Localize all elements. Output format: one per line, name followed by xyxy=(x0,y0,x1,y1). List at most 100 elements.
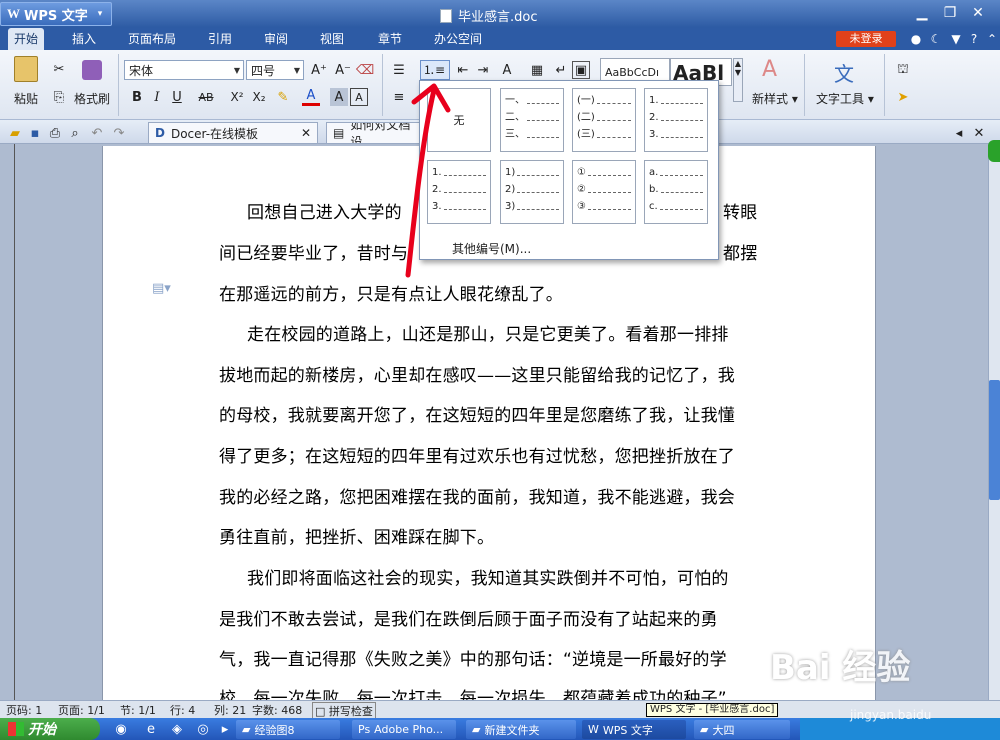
document-line: 得了更多；在这短短的四年里有过欢乐也有过忧愁，您把挫折放在了 xyxy=(219,447,735,467)
taskbar-item-active[interactable]: W WPS 文字 xyxy=(582,720,686,739)
numbering-style-option[interactable]: 一、 二、 三、 xyxy=(500,88,564,152)
close-button[interactable]: ✕ xyxy=(968,4,988,22)
document-line: 走在校园的道路上，山还是那山，只是它更美了。看着那一排排 xyxy=(247,325,729,345)
char-shading-button[interactable]: A xyxy=(330,88,348,106)
minimize-button[interactable]: ▁ xyxy=(912,4,932,22)
window-title: 毕业感言.doc xyxy=(440,6,538,25)
style-gallery-scroll[interactable]: ▲ ▼ xyxy=(733,58,743,102)
tab-close-all-icon[interactable]: ✕ xyxy=(970,124,988,142)
doc-tab-docer[interactable]: D Docer-在线模板 ✕ xyxy=(148,122,318,143)
ribbon-collapse-icon[interactable]: ⌃ xyxy=(984,31,1000,47)
char-border-button[interactable]: A xyxy=(350,88,368,106)
app-menu-button[interactable]: W WPS 文字 ▾ xyxy=(0,2,112,26)
font-size-value: 四号 xyxy=(251,63,276,78)
ie-icon[interactable]: e xyxy=(142,720,160,738)
restore-button[interactable]: ❐ xyxy=(940,4,960,22)
taskbar-item[interactable]: ▰ 大四 xyxy=(694,720,790,739)
number-marker: ① xyxy=(577,167,586,178)
numbering-style-option[interactable]: ① ② ③ xyxy=(572,160,636,224)
number-marker: ③ xyxy=(577,201,586,212)
status-chars: 字数: 468 xyxy=(252,704,303,717)
status-indicator-icon xyxy=(988,140,1000,162)
show-marks-icon[interactable]: ↵ xyxy=(552,61,570,79)
taskbar-item[interactable]: ▰ 经验图8 xyxy=(236,720,340,739)
taskbar-item[interactable]: ▰ 新建文件夹 xyxy=(466,720,576,739)
moon-icon[interactable]: ☾ xyxy=(928,31,944,47)
ribbon-separator xyxy=(118,54,119,116)
quicklaunch-icon[interactable]: ◎ xyxy=(194,720,212,738)
superscript-button[interactable]: X² xyxy=(228,88,246,106)
print-icon[interactable]: ⎙ xyxy=(46,124,64,142)
tab-list-icon[interactable]: ◂ xyxy=(950,124,968,142)
number-marker: (二) xyxy=(577,112,595,123)
increase-indent-icon[interactable]: ⇥ xyxy=(474,61,492,79)
wps-logo-icon: W xyxy=(7,6,20,21)
save-icon[interactable]: ▪ xyxy=(26,124,44,142)
login-button[interactable]: 未登录 xyxy=(836,31,896,47)
tab-page-layout[interactable]: 页面布局 xyxy=(122,28,182,50)
font-size-select[interactable]: 四号 ▼ xyxy=(246,60,304,80)
undo-icon[interactable]: ↶ xyxy=(88,124,106,142)
doc-tab-label: Docer-在线模板 xyxy=(170,126,259,141)
bullet-list-icon[interactable]: ☰ xyxy=(390,61,408,79)
copy-icon[interactable]: ⎘ xyxy=(50,88,68,106)
font-name-select[interactable]: 宋体 ▼ xyxy=(124,60,244,80)
italic-button[interactable]: I xyxy=(148,88,166,106)
tab-view[interactable]: 视图 xyxy=(314,28,350,50)
folder-icon: ▰ xyxy=(472,723,481,736)
doc-title-text: 毕业感言.doc xyxy=(458,10,538,25)
document-line: 是我们不敢去尝试，是我们在跌倒后顾于面子而没有了站起来的勇 xyxy=(219,610,718,630)
shirt-icon[interactable]: ▼ xyxy=(948,31,964,47)
tab-references[interactable]: 引用 xyxy=(202,28,238,50)
strikethrough-button[interactable]: AB xyxy=(194,88,218,106)
select-box-icon[interactable]: ▣ xyxy=(572,61,590,79)
help-icon[interactable]: ? xyxy=(966,31,982,47)
number-marker: (一) xyxy=(577,95,595,106)
taskbar-item[interactable]: Ps Adobe Pho... xyxy=(352,720,456,739)
number-marker: 3) xyxy=(505,201,516,212)
quicklaunch-icon[interactable]: ◈ xyxy=(168,720,186,738)
windows-logo-icon xyxy=(8,722,24,736)
skin-icon[interactable]: ● xyxy=(908,31,924,47)
tab-review[interactable]: 审阅 xyxy=(258,28,294,50)
tab-sections[interactable]: 章节 xyxy=(372,28,408,50)
quicklaunch-icon[interactable]: ◉ xyxy=(112,720,130,738)
subscript-button[interactable]: X₂ xyxy=(250,88,268,106)
quicklaunch-icon[interactable]: ▸ xyxy=(216,720,234,738)
print-preview-icon[interactable]: ⌕ xyxy=(66,124,84,142)
paragraph-mark-icon[interactable]: ▤▾ xyxy=(152,281,171,296)
format-painter-label[interactable]: 格式刷 xyxy=(74,90,110,107)
shrink-font-icon[interactable]: A⁻ xyxy=(334,61,352,79)
bold-button[interactable]: B xyxy=(128,88,146,106)
underline-button[interactable]: U xyxy=(168,88,186,106)
paste-button[interactable]: 粘贴 xyxy=(8,56,44,112)
number-marker: (三) xyxy=(577,129,595,140)
format-painter-icon[interactable] xyxy=(82,60,102,80)
select-icon[interactable]: ➤ xyxy=(894,88,912,106)
numbering-style-option[interactable]: a. b. c. xyxy=(644,160,708,224)
clear-format-icon[interactable]: ⌫ xyxy=(356,61,374,79)
tab-home[interactable]: 开始 xyxy=(8,28,45,50)
open-folder-icon[interactable]: ▰ xyxy=(6,124,24,142)
decrease-indent-icon[interactable]: ⇤ xyxy=(454,61,472,79)
numbered-list-button[interactable]: ⒈≡ xyxy=(420,60,450,80)
numbering-style-option[interactable]: (一) (二) (三) xyxy=(572,88,636,152)
redo-icon[interactable]: ↷ xyxy=(110,124,128,142)
text-direction-icon[interactable]: A xyxy=(498,61,516,79)
new-style-button[interactable]: 新样式 ▾ xyxy=(752,90,798,107)
font-color-button[interactable]: A xyxy=(302,88,320,106)
table-icon[interactable]: ▦ xyxy=(528,61,546,79)
cut-icon[interactable]: ✂ xyxy=(50,60,68,78)
taskbar-item-label: 经验图8 xyxy=(254,723,295,737)
tab-insert[interactable]: 插入 xyxy=(66,28,102,50)
text-tools-button[interactable]: 文字工具 ▾ xyxy=(816,90,874,107)
grow-font-icon[interactable]: A⁺ xyxy=(310,61,328,79)
find-replace-icon[interactable]: ⛫ xyxy=(894,61,912,79)
wps-icon: W xyxy=(588,723,599,736)
scrollbar-thumb[interactable] xyxy=(989,380,1000,500)
numbering-style-option[interactable]: 1) 2) 3) xyxy=(500,160,564,224)
numbering-style-option[interactable]: 1. 2. 3. xyxy=(644,88,708,152)
highlight-icon[interactable]: ✎ xyxy=(274,88,292,106)
close-icon[interactable]: ✕ xyxy=(301,126,311,140)
tab-office-space[interactable]: 办公空间 xyxy=(428,28,488,50)
